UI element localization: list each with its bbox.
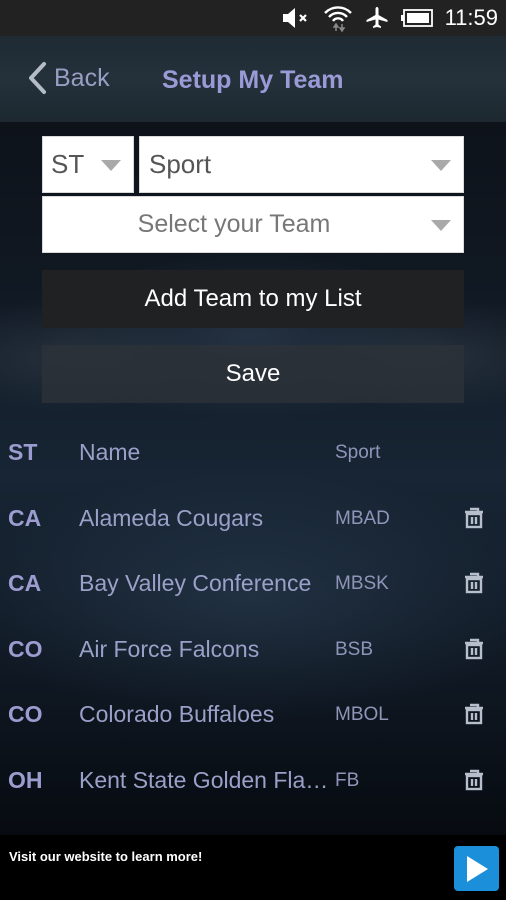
state-select-value: ST: [51, 149, 85, 179]
add-team-button[interactable]: Add Team to my List: [42, 270, 464, 328]
dropdown-arrow-icon: [431, 219, 451, 231]
sport-select-value: Sport: [149, 149, 212, 179]
page-title: Setup My Team: [162, 66, 344, 94]
airplane-mode-icon: [365, 6, 389, 30]
team-sport: MBAD: [335, 508, 390, 529]
delete-trash-icon[interactable]: [462, 571, 486, 595]
save-button[interactable]: Save: [42, 345, 464, 403]
ad-play-button[interactable]: [454, 846, 499, 891]
team-row: OH Kent State Golden Fla… FB: [0, 755, 506, 805]
team-state: OH: [8, 767, 43, 793]
wifi-icon: [323, 3, 353, 33]
play-icon: [466, 855, 488, 882]
dropdown-arrow-icon: [431, 159, 451, 171]
team-sport: MBSK: [335, 573, 389, 594]
clock: 11:59: [444, 5, 498, 30]
delete-trash-icon[interactable]: [462, 637, 486, 661]
team-select[interactable]: Select your Team: [42, 196, 464, 253]
back-button[interactable]: Back: [26, 58, 110, 98]
sport-select[interactable]: Sport: [139, 136, 464, 193]
team-sport: FB: [335, 770, 360, 791]
delete-trash-icon[interactable]: [462, 768, 486, 792]
team-state: CA: [8, 505, 42, 531]
nav-header: Back Setup My Team: [0, 36, 506, 122]
delete-trash-icon[interactable]: [462, 702, 486, 726]
team-name: Kent State Golden Fla…: [79, 767, 329, 793]
team-name: Air Force Falcons: [79, 636, 260, 662]
column-header-name: Name: [79, 439, 141, 465]
column-header-sport: Sport: [335, 442, 381, 463]
chevron-left-icon: [29, 62, 46, 94]
team-row: CO Air Force Falcons BSB: [0, 624, 506, 674]
delete-trash-icon[interactable]: [462, 506, 486, 530]
team-sport: MBOL: [335, 704, 389, 725]
team-state: CA: [8, 570, 42, 596]
battery-icon: [400, 9, 433, 27]
team-select-placeholder: Select your Team: [137, 210, 331, 238]
dropdown-arrow-icon: [101, 159, 121, 171]
team-name: Bay Valley Conference: [79, 570, 312, 596]
team-name: Alameda Cougars: [79, 505, 264, 531]
team-state: CO: [8, 701, 43, 727]
status-bar: 11:59: [0, 0, 506, 36]
state-select[interactable]: ST: [42, 136, 134, 193]
team-row: CA Bay Valley Conference MBSK: [0, 558, 506, 608]
team-row: CO Colorado Buffaloes MBOL: [0, 689, 506, 739]
team-name: Colorado Buffaloes: [79, 701, 275, 727]
team-sport: BSB: [335, 639, 374, 660]
ad-text: Visit our website to learn more!: [9, 849, 203, 864]
back-label: Back: [54, 63, 110, 92]
ad-banner[interactable]: Visit our website to learn more!: [0, 836, 506, 900]
team-state: CO: [8, 636, 43, 662]
team-row: CA Alameda Cougars MBAD: [0, 493, 506, 543]
team-list-header: ST Name Sport: [0, 427, 506, 477]
column-header-state: ST: [8, 439, 38, 465]
volume-muted-icon: [281, 7, 311, 29]
